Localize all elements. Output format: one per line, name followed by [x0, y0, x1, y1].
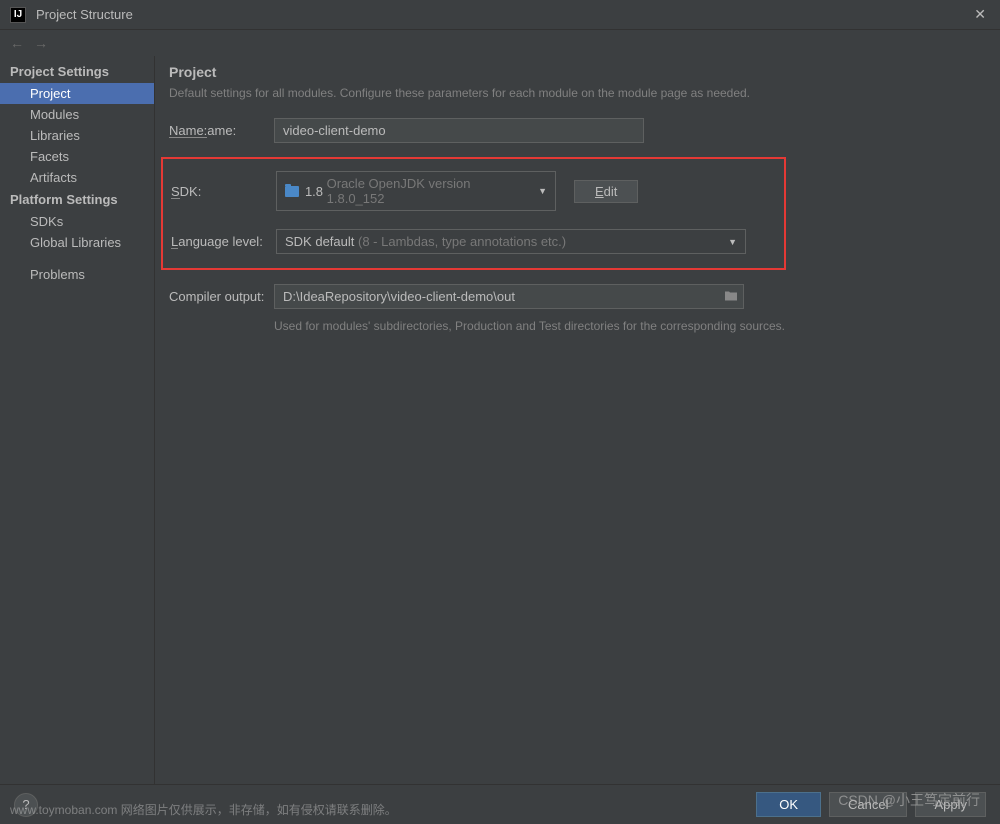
- close-icon[interactable]: ✕: [970, 6, 990, 23]
- content-panel: Project Default settings for all modules…: [155, 56, 1000, 784]
- sdk-version: 1.8: [305, 184, 323, 199]
- row-sdk: SDK: 1.8 Oracle OpenJDK version 1.8.0_15…: [163, 171, 784, 211]
- app-icon: IJ: [10, 7, 26, 23]
- nav-forward-icon[interactable]: →: [34, 35, 48, 51]
- sidebar-item-global-libraries[interactable]: Global Libraries: [0, 232, 154, 253]
- sidebar-item-modules[interactable]: Modules: [0, 104, 154, 125]
- sidebar: Project Settings Project Modules Librari…: [0, 56, 155, 784]
- nav-back-icon[interactable]: ←: [10, 35, 24, 51]
- sidebar-item-sdks[interactable]: SDKs: [0, 211, 154, 232]
- language-level-dropdown[interactable]: SDK default (8 - Lambdas, type annotatio…: [276, 229, 746, 254]
- ok-button[interactable]: OK: [756, 792, 821, 817]
- compiler-output-wrap: [274, 284, 744, 309]
- sidebar-item-problems[interactable]: Problems: [0, 253, 154, 285]
- compiler-output-input[interactable]: [274, 284, 744, 309]
- browse-folder-icon[interactable]: [724, 289, 738, 304]
- language-level-label: Language level:: [171, 234, 276, 249]
- cancel-button[interactable]: Cancel: [829, 792, 907, 817]
- name-label: Name:ame:: [169, 123, 274, 138]
- sdk-dropdown[interactable]: 1.8 Oracle OpenJDK version 1.8.0_152 ▼: [276, 171, 556, 211]
- compiler-output-help: Used for modules' subdirectories, Produc…: [274, 319, 980, 333]
- sidebar-heading-platform-settings: Platform Settings: [0, 188, 154, 211]
- row-compiler-output: Compiler output:: [169, 284, 980, 309]
- edit-button[interactable]: Edit: [574, 180, 638, 203]
- highlight-box: SDK: 1.8 Oracle OpenJDK version 1.8.0_15…: [161, 157, 786, 270]
- sidebar-item-libraries[interactable]: Libraries: [0, 125, 154, 146]
- language-level-value: SDK default: [285, 234, 354, 249]
- page-title: Project: [169, 64, 980, 80]
- nav-row: ← →: [0, 30, 1000, 56]
- row-name: Name:ame:: [169, 118, 980, 143]
- sidebar-heading-project-settings: Project Settings: [0, 60, 154, 83]
- language-level-detail: (8 - Lambdas, type annotations etc.): [358, 234, 566, 249]
- chevron-down-icon: ▼: [538, 186, 547, 196]
- chevron-down-icon: ▼: [728, 237, 737, 247]
- title-bar: IJ Project Structure ✕: [0, 0, 1000, 30]
- sdk-folder-icon: [285, 186, 299, 197]
- sdk-label: SDK:: [171, 184, 276, 199]
- compiler-output-label: Compiler output:: [169, 289, 274, 304]
- sidebar-item-project[interactable]: Project: [0, 83, 154, 104]
- window-title: Project Structure: [36, 7, 133, 22]
- sidebar-item-artifacts[interactable]: Artifacts: [0, 167, 154, 188]
- name-input[interactable]: [274, 118, 644, 143]
- page-description: Default settings for all modules. Config…: [169, 86, 980, 100]
- sidebar-item-facets[interactable]: Facets: [0, 146, 154, 167]
- sdk-detail: Oracle OpenJDK version 1.8.0_152: [327, 176, 531, 206]
- apply-button[interactable]: Apply: [915, 792, 986, 817]
- bottom-caption: www.toymoban.com 网络图片仅供展示，非存储，如有侵权请联系删除。: [10, 801, 397, 818]
- row-language-level: Language level: SDK default (8 - Lambdas…: [163, 229, 784, 254]
